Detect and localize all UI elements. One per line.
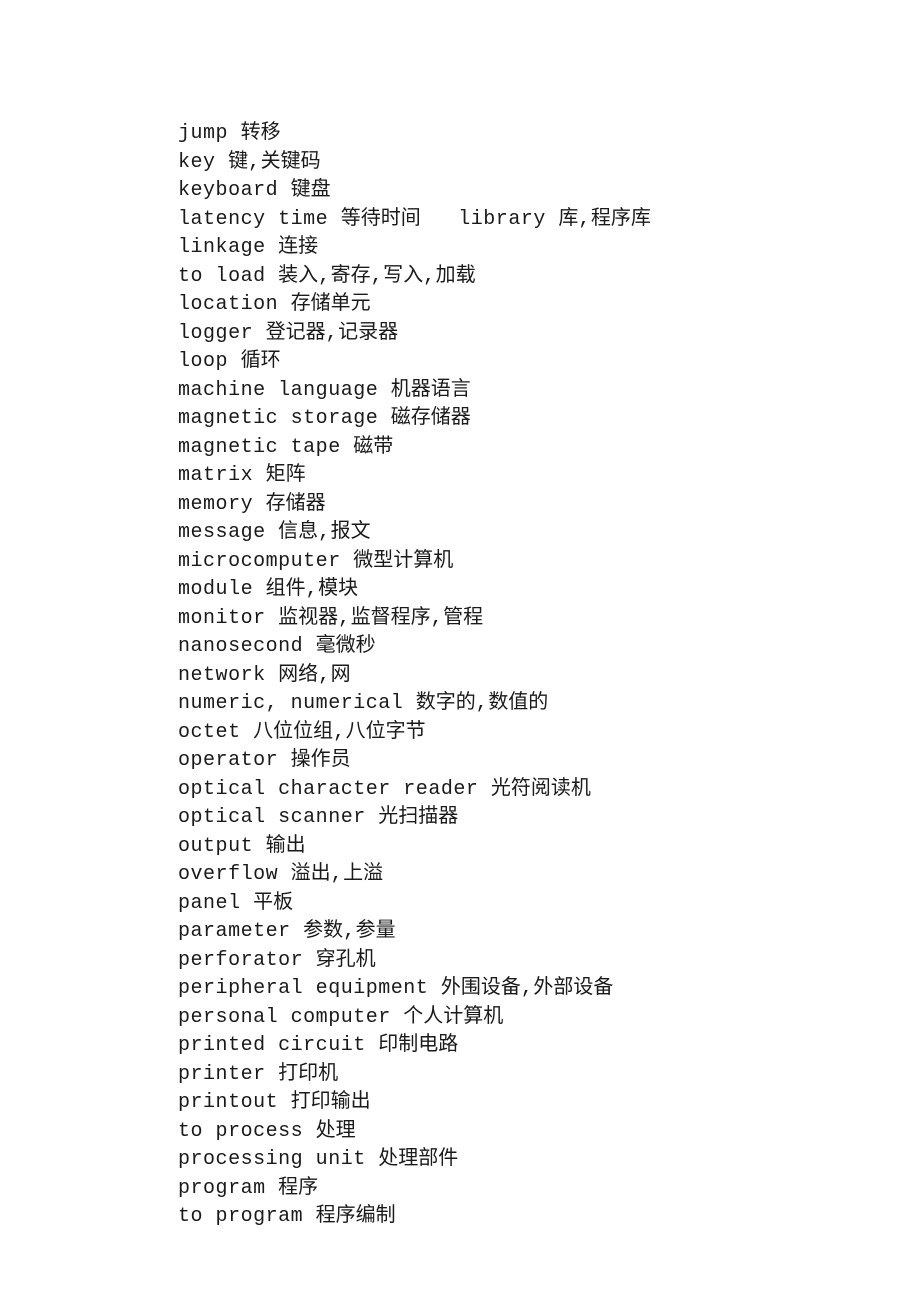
glossary-line: location 存储单元 <box>178 291 840 319</box>
document-page: jump 转移key 键,关键码keyboard 键盘latency time … <box>0 0 920 1231</box>
glossary-line: magnetic tape 磁带 <box>178 434 840 462</box>
glossary-line: microcomputer 微型计算机 <box>178 548 840 576</box>
glossary-line: perforator 穿孔机 <box>178 947 840 975</box>
glossary-line: linkage 连接 <box>178 234 840 262</box>
glossary-line: panel 平板 <box>178 890 840 918</box>
glossary-line: loop 循环 <box>178 348 840 376</box>
glossary-line: matrix 矩阵 <box>178 462 840 490</box>
glossary-line: printout 打印输出 <box>178 1089 840 1117</box>
glossary-line: to program 程序编制 <box>178 1203 840 1231</box>
glossary-list: jump 转移key 键,关键码keyboard 键盘latency time … <box>178 120 840 1231</box>
glossary-line: numeric, numerical 数字的,数值的 <box>178 690 840 718</box>
glossary-line: parameter 参数,参量 <box>178 918 840 946</box>
glossary-line: peripheral equipment 外围设备,外部设备 <box>178 975 840 1003</box>
glossary-line: to process 处理 <box>178 1118 840 1146</box>
glossary-line: jump 转移 <box>178 120 840 148</box>
glossary-line: key 键,关键码 <box>178 149 840 177</box>
glossary-line: optical scanner 光扫描器 <box>178 804 840 832</box>
glossary-line: overflow 溢出,上溢 <box>178 861 840 889</box>
glossary-line: message 信息,报文 <box>178 519 840 547</box>
glossary-line: magnetic storage 磁存储器 <box>178 405 840 433</box>
glossary-line: logger 登记器,记录器 <box>178 320 840 348</box>
glossary-line: memory 存储器 <box>178 491 840 519</box>
glossary-line: latency time 等待时间 library 库,程序库 <box>178 206 840 234</box>
glossary-line: nanosecond 毫微秒 <box>178 633 840 661</box>
glossary-line: personal computer 个人计算机 <box>178 1004 840 1032</box>
glossary-line: operator 操作员 <box>178 747 840 775</box>
glossary-line: optical character reader 光符阅读机 <box>178 776 840 804</box>
glossary-line: printer 打印机 <box>178 1061 840 1089</box>
glossary-line: module 组件,模块 <box>178 576 840 604</box>
glossary-line: program 程序 <box>178 1175 840 1203</box>
glossary-line: keyboard 键盘 <box>178 177 840 205</box>
glossary-line: machine language 机器语言 <box>178 377 840 405</box>
glossary-line: octet 八位位组,八位字节 <box>178 719 840 747</box>
glossary-line: monitor 监视器,监督程序,管程 <box>178 605 840 633</box>
glossary-line: printed circuit 印制电路 <box>178 1032 840 1060</box>
glossary-line: processing unit 处理部件 <box>178 1146 840 1174</box>
glossary-line: network 网络,网 <box>178 662 840 690</box>
glossary-line: to load 装入,寄存,写入,加载 <box>178 263 840 291</box>
glossary-line: output 输出 <box>178 833 840 861</box>
